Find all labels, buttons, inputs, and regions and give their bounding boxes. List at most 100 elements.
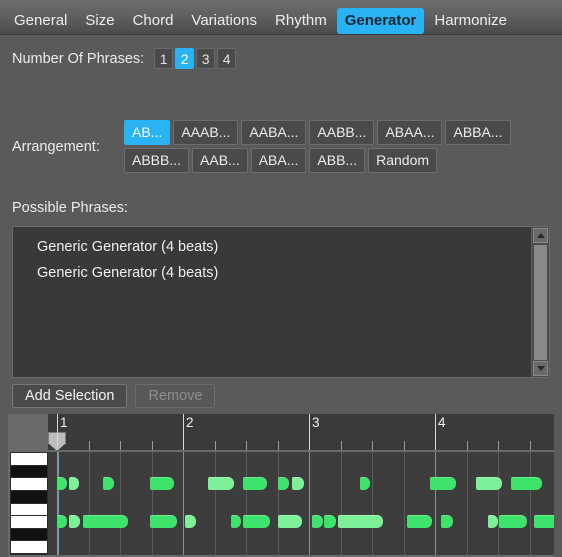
piano-key-white[interactable] — [11, 478, 47, 491]
phrase-count-3[interactable]: 3 — [196, 48, 216, 69]
ruler-tick — [246, 441, 247, 450]
grid-line — [529, 452, 531, 555]
ruler-tick — [120, 441, 121, 450]
ruler-tick — [498, 441, 499, 450]
piano-roll[interactable]: 1 2 3 4 — [8, 414, 554, 557]
bar-number: 4 — [438, 415, 446, 430]
note-grid[interactable] — [48, 452, 554, 555]
arrangement-option-aba[interactable]: ABA... — [250, 148, 307, 173]
note-block[interactable] — [149, 477, 175, 490]
piano-key-black[interactable] — [11, 490, 47, 504]
grid-line — [88, 452, 90, 555]
piano-key-black[interactable] — [11, 465, 47, 479]
scroll-up-button[interactable] — [533, 228, 548, 243]
arrangement-buttons: AB... AAAB... AABA... AABB... ABAA... AB… — [124, 120, 552, 176]
grid-line — [466, 452, 468, 555]
tab-generator[interactable]: Generator — [336, 8, 425, 34]
grid-bar-line — [183, 452, 184, 555]
chevron-down-icon — [537, 366, 545, 371]
ruler-tick — [340, 441, 342, 450]
note-block[interactable] — [360, 477, 371, 490]
arrangement-row-1: AB... AAAB... AABA... AABB... ABAA... AB… — [124, 120, 552, 145]
arrangement-option-ab[interactable]: AB... — [124, 120, 171, 145]
possible-phrases-list[interactable]: Generic Generator (4 beats) Generic Gene… — [12, 226, 550, 378]
arrangement-option-abb[interactable]: ABB... — [309, 148, 366, 173]
bar-line — [309, 414, 310, 450]
scroll-down-button[interactable] — [533, 361, 548, 376]
bar-number: 3 — [312, 415, 320, 430]
note-block[interactable] — [277, 477, 290, 490]
note-block[interactable] — [291, 477, 305, 490]
number-of-phrases-buttons: 1 2 3 4 — [154, 48, 237, 69]
tab-rhythm[interactable]: Rhythm — [267, 8, 335, 34]
arrangement-option-abba[interactable]: ABBA... — [445, 120, 511, 145]
phrase-count-2[interactable]: 2 — [175, 48, 195, 69]
arrangement-option-aaab[interactable]: AAAB... — [173, 120, 239, 145]
piano-key-white[interactable] — [11, 516, 47, 529]
grid-line — [277, 452, 279, 555]
note-block[interactable] — [429, 477, 456, 490]
bar-number: 1 — [60, 415, 68, 430]
generator-panel: Number Of Phrases: 1 2 3 4 Arrangement: … — [0, 35, 562, 557]
grid-line — [372, 452, 373, 555]
add-selection-button[interactable]: Add Selection — [12, 384, 128, 408]
action-buttons: Add Selection Remove — [12, 384, 216, 408]
phrase-count-1[interactable]: 1 — [154, 48, 174, 69]
tab-chord[interactable]: Chord — [125, 8, 182, 34]
grid-line — [214, 452, 216, 555]
list-item[interactable]: Generic Generator (4 beats) — [13, 260, 530, 286]
grid-line — [151, 452, 153, 555]
note-block[interactable] — [103, 477, 114, 490]
note-block[interactable] — [476, 477, 503, 490]
piano-keyboard[interactable] — [10, 452, 48, 555]
ruler-tick — [151, 441, 153, 450]
note-block[interactable] — [207, 477, 234, 490]
grid-line — [246, 452, 247, 555]
list-scrollbar[interactable] — [531, 227, 549, 377]
grid-bar-line — [309, 452, 310, 555]
possible-phrases-items: Generic Generator (4 beats) Generic Gene… — [13, 227, 530, 286]
bar-line — [435, 414, 436, 450]
tab-general[interactable]: General — [6, 8, 75, 34]
arrangement-option-abaa[interactable]: ABAA... — [377, 120, 443, 145]
note-block[interactable] — [68, 477, 79, 490]
phrase-count-4[interactable]: 4 — [217, 48, 237, 69]
note-block[interactable] — [242, 477, 268, 490]
note-block[interactable] — [57, 477, 68, 490]
arrangement-option-aabb[interactable]: AABB... — [309, 120, 375, 145]
ruler-tick — [277, 441, 279, 450]
chevron-up-icon — [537, 233, 545, 238]
number-of-phrases-label: Number Of Phrases: — [12, 50, 145, 67]
ruler-tick — [466, 441, 468, 450]
grid-bar-line — [57, 452, 58, 555]
ruler-tick — [403, 441, 405, 450]
ruler-tick — [529, 441, 531, 450]
grid-line — [120, 452, 121, 555]
grid-bar-line — [435, 452, 436, 555]
possible-phrases-label: Possible Phrases: — [12, 200, 129, 216]
arrangement-option-aab[interactable]: AAB... — [192, 148, 248, 173]
piano-key-white[interactable] — [11, 541, 47, 554]
tab-harmonize[interactable]: Harmonize — [426, 8, 515, 34]
arrangement-option-random[interactable]: Random — [368, 148, 438, 173]
piano-key-black[interactable] — [11, 528, 47, 542]
piano-key-white[interactable] — [11, 503, 47, 517]
remove-button: Remove — [135, 384, 216, 408]
list-item[interactable]: Generic Generator (4 beats) — [13, 234, 530, 260]
scrollbar-thumb[interactable] — [534, 245, 547, 360]
timeline-ruler[interactable]: 1 2 3 4 — [48, 414, 554, 450]
tab-variations[interactable]: Variations — [183, 8, 265, 34]
arrangement-label: Arrangement: — [12, 139, 100, 155]
grid-line — [403, 452, 405, 555]
arrangement-row-2: ABBB... AAB... ABA... ABB... Random — [124, 148, 552, 173]
number-of-phrases-row: Number Of Phrases: 1 2 3 4 — [12, 48, 237, 69]
arrangement-option-aaba[interactable]: AABA... — [241, 120, 307, 145]
piano-key-white[interactable] — [11, 453, 47, 466]
ruler-tick — [88, 441, 90, 450]
arrangement-option-abbb[interactable]: ABBB... — [124, 148, 190, 173]
tab-bar: General Size Chord Variations Rhythm Gen… — [0, 0, 562, 35]
note-block[interactable] — [511, 477, 543, 490]
tab-size[interactable]: Size — [77, 8, 122, 34]
bar-line — [183, 414, 184, 450]
grid-line — [498, 452, 499, 555]
